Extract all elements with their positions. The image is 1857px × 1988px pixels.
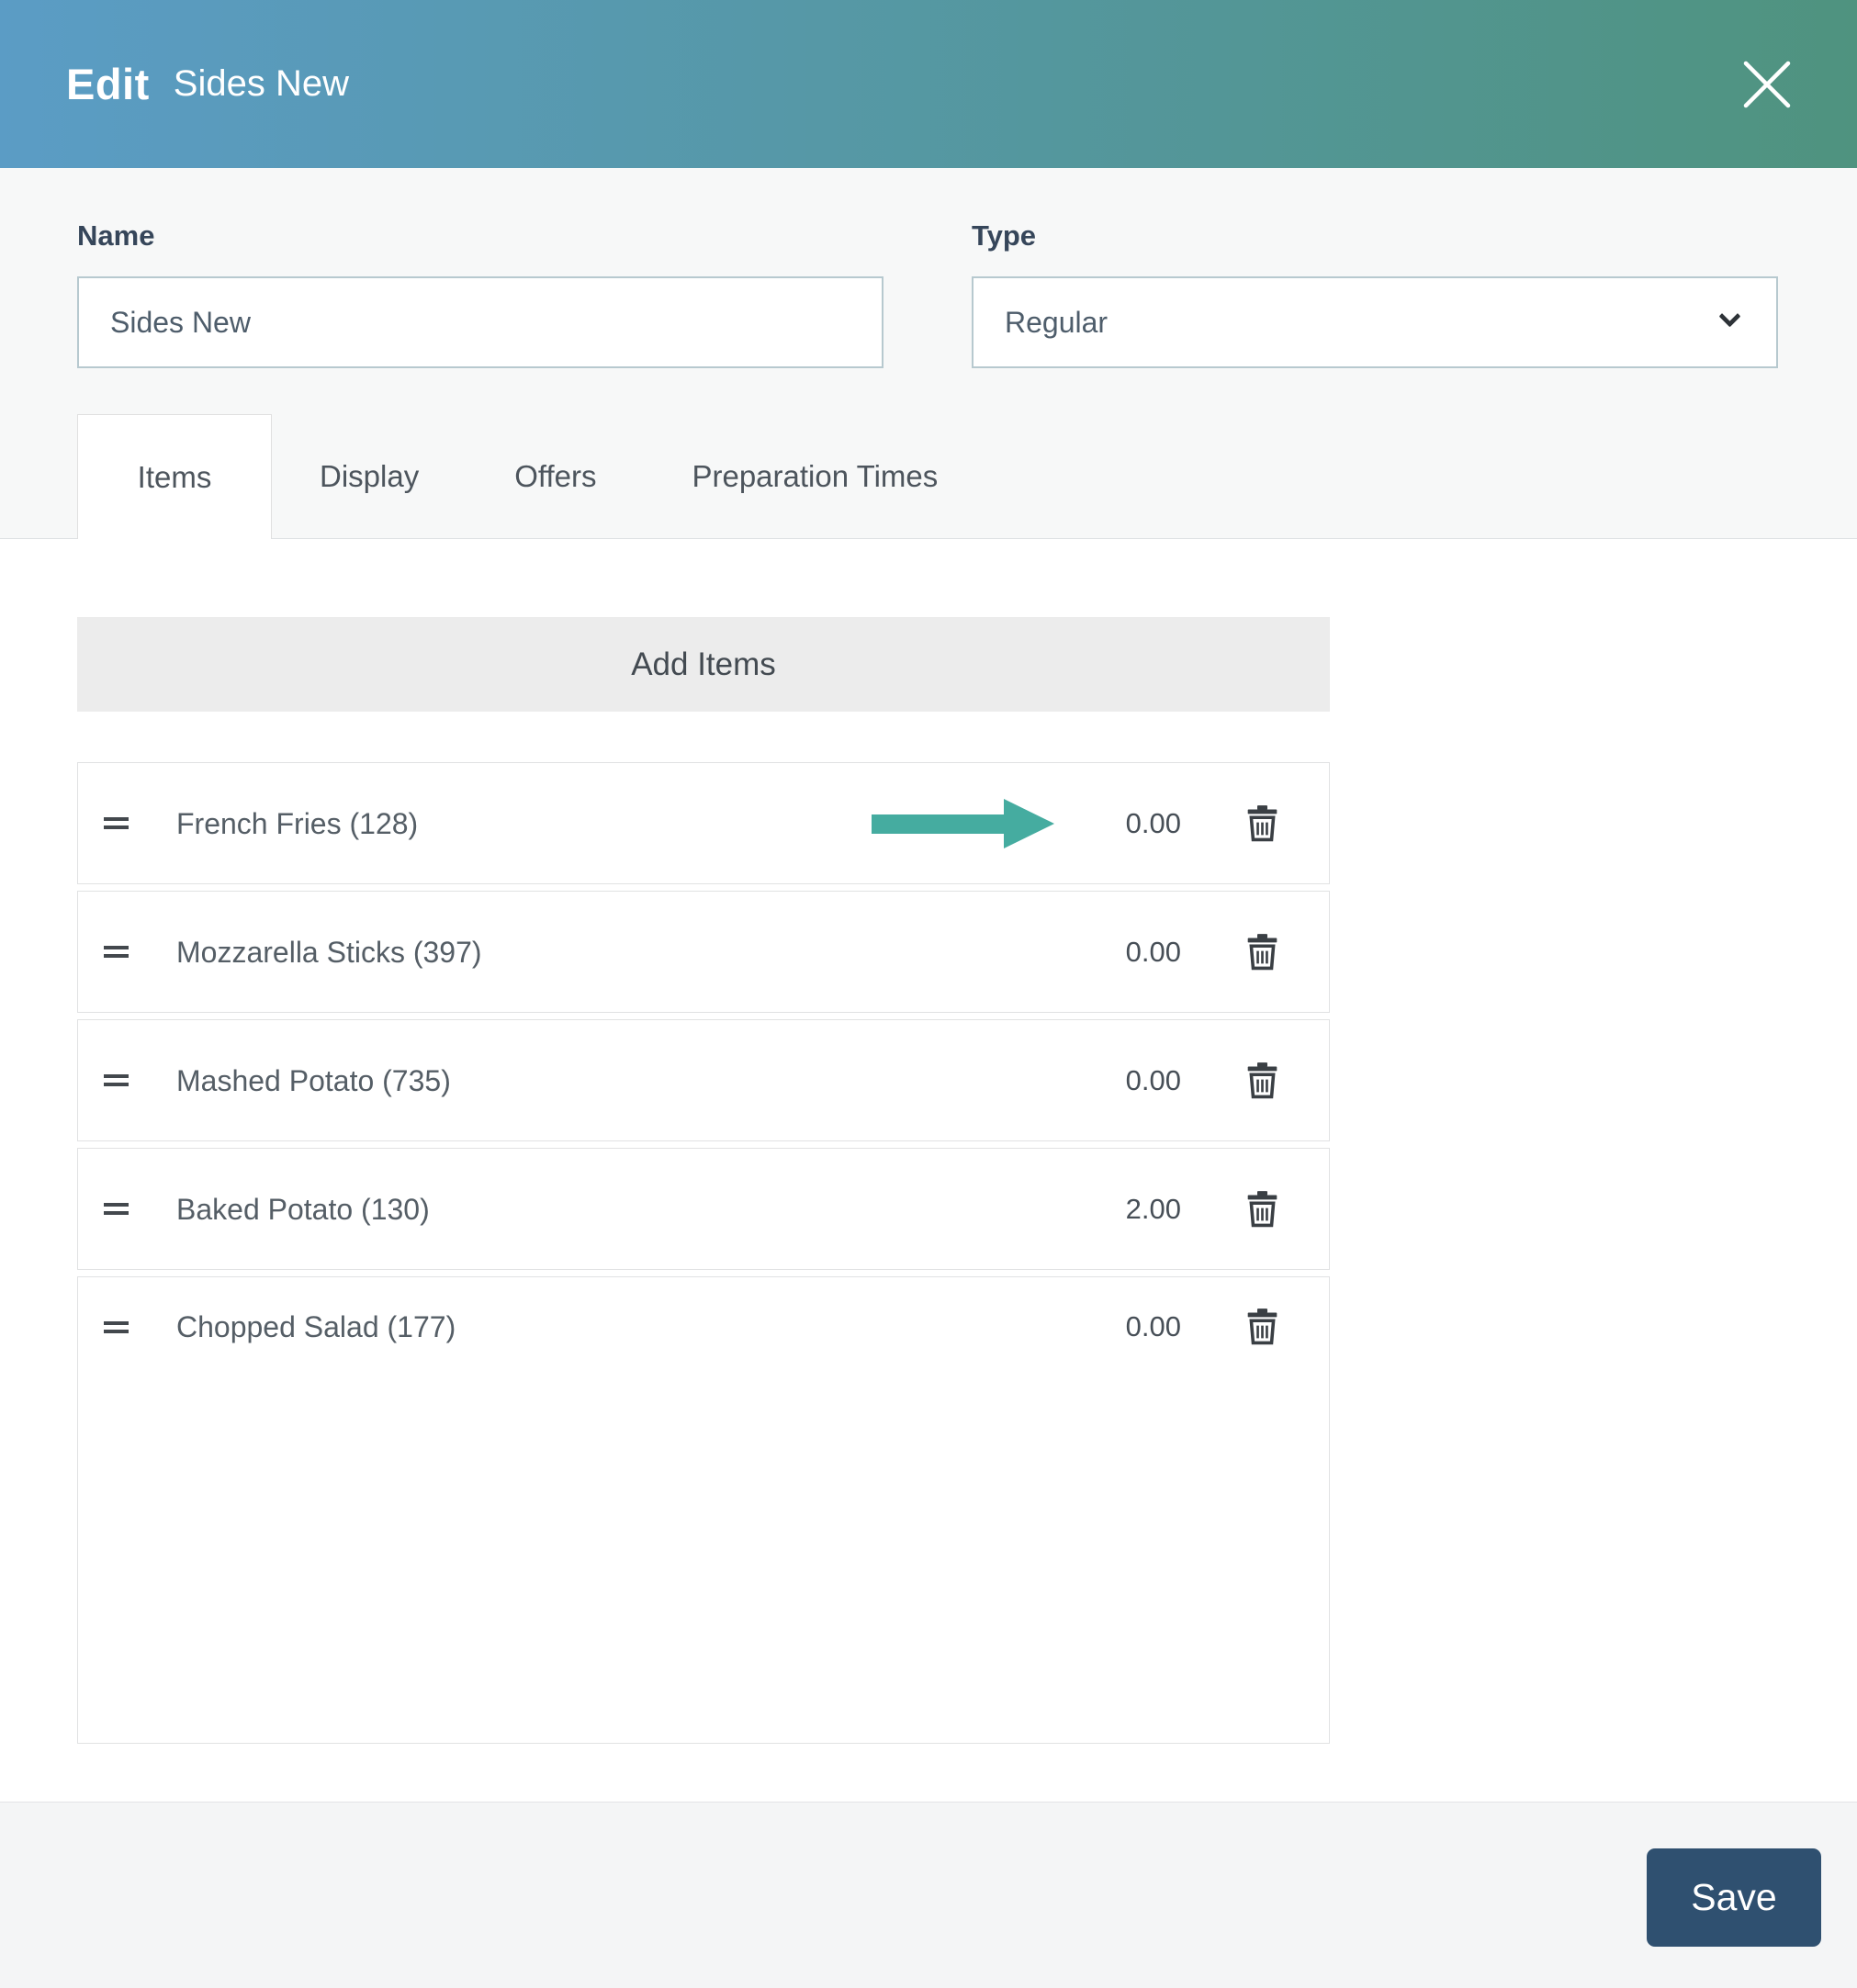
item-price: 0.00 — [1125, 1310, 1181, 1342]
drag-handle-icon[interactable] — [104, 1074, 129, 1086]
modal-title-name: Sides New — [173, 63, 349, 104]
drag-handle-icon[interactable] — [104, 1321, 129, 1333]
form-row: Name Type Regular — [77, 219, 1780, 368]
form-section: Name Type Regular Items Display Offers P… — [0, 168, 1857, 539]
tab-bar: Items Display Offers Preparation Times — [77, 414, 1780, 539]
trash-icon[interactable] — [1247, 1190, 1277, 1228]
tab-preparation-times[interactable]: Preparation Times — [644, 414, 985, 538]
tab-label: Preparation Times — [692, 458, 939, 493]
item-price: 0.00 — [1125, 1063, 1181, 1096]
item-row: French Fries (128) 0.00 — [77, 762, 1330, 884]
item-price: 2.00 — [1125, 1192, 1181, 1225]
trash-icon[interactable] — [1247, 1061, 1277, 1099]
item-label: Mashed Potato (735) — [176, 1063, 451, 1097]
item-price: 0.00 — [1125, 806, 1181, 839]
item-row: Chopped Salad (177) 0.00 — [77, 1276, 1330, 1744]
trash-icon[interactable] — [1247, 1308, 1277, 1345]
close-icon — [1743, 61, 1791, 107]
modal-footer: Save — [0, 1802, 1857, 1988]
tab-label: Offers — [514, 458, 597, 493]
type-label: Type — [972, 219, 1037, 252]
item-row: Baked Potato (130) 2.00 — [77, 1148, 1330, 1270]
item-row: Mozzarella Sticks (397) 0.00 — [77, 891, 1330, 1013]
modal-title-prefix: Edit — [66, 60, 150, 108]
drag-handle-icon[interactable] — [104, 1203, 129, 1215]
tab-label: Items — [137, 459, 212, 494]
item-price: 0.00 — [1125, 935, 1181, 968]
add-items-button[interactable]: Add Items — [77, 617, 1330, 712]
name-input[interactable] — [77, 276, 883, 368]
close-button[interactable] — [1738, 55, 1796, 114]
tab-offers[interactable]: Offers — [467, 414, 644, 538]
save-button[interactable]: Save — [1647, 1848, 1821, 1947]
trash-icon[interactable] — [1247, 804, 1277, 842]
tab-label: Display — [320, 458, 420, 493]
edit-category-modal: Edit Sides New Name Type Regular — [0, 0, 1857, 1988]
name-field-group: Name — [77, 219, 883, 368]
chevron-down-icon — [1718, 305, 1741, 328]
type-field-group: Type Regular — [972, 219, 1778, 368]
item-row: Mashed Potato (735) 0.00 — [77, 1019, 1330, 1141]
drag-handle-icon[interactable] — [104, 817, 129, 829]
modal-header: Edit Sides New — [0, 0, 1857, 168]
item-label: Baked Potato (130) — [176, 1192, 430, 1226]
type-select-value: Regular — [1005, 305, 1109, 339]
trash-icon[interactable] — [1247, 933, 1277, 971]
tab-display[interactable]: Display — [272, 414, 467, 538]
items-list: French Fries (128) 0.00 Mozzarella Stick… — [77, 762, 1857, 1744]
name-label: Name — [77, 219, 155, 252]
item-label: French Fries (128) — [176, 806, 419, 840]
type-select[interactable]: Regular — [972, 276, 1778, 368]
tab-items[interactable]: Items — [77, 414, 272, 539]
item-label: Chopped Salad (177) — [176, 1310, 456, 1343]
items-tab-panel: Add Items French Fries (128) 0.00 Mozzar… — [0, 539, 1857, 1744]
item-label: Mozzarella Sticks (397) — [176, 935, 482, 969]
drag-handle-icon[interactable] — [104, 946, 129, 958]
